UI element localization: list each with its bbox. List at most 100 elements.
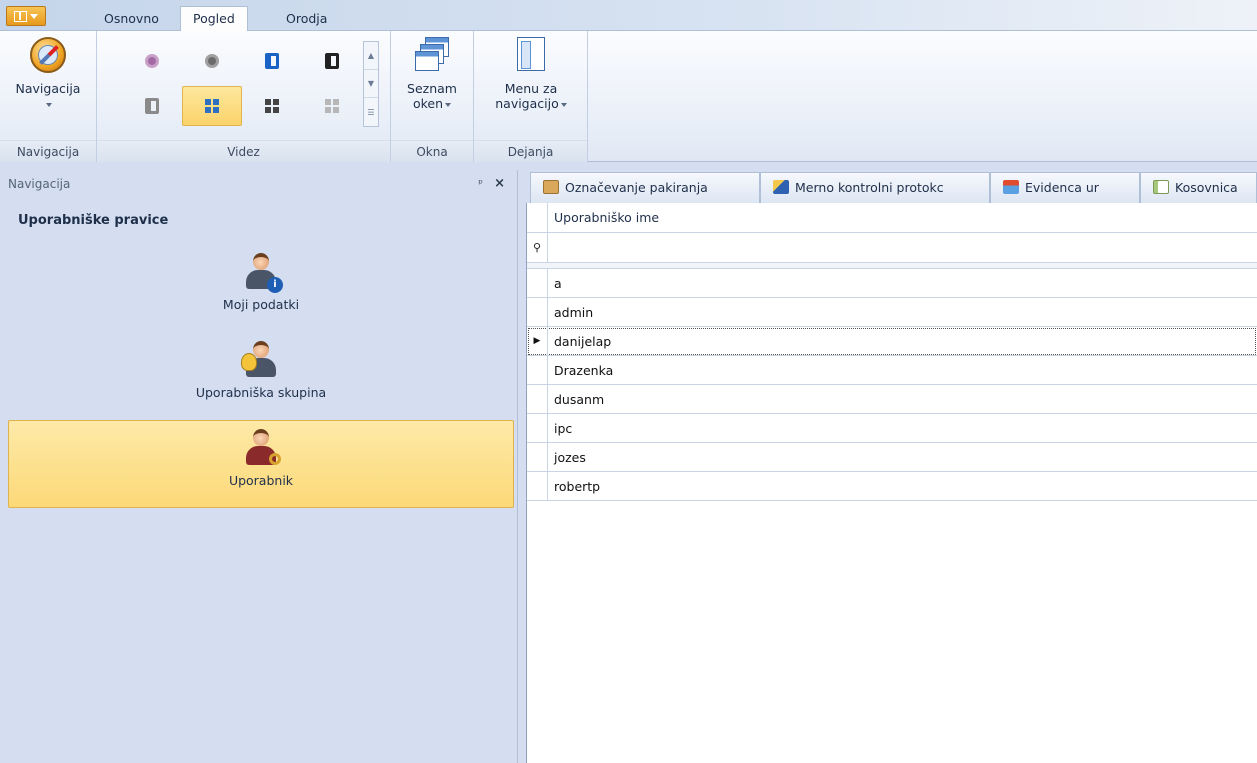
user-key-icon [243, 429, 281, 467]
doc-tab-oznacevanje-pakiranja[interactable]: Označevanje pakiranja [530, 172, 760, 203]
skin-option-gray[interactable] [182, 41, 242, 81]
group-label-okna: Okna [391, 140, 473, 162]
seznam-oken-label-2: oken [412, 96, 444, 111]
ribbon-group-videz: ▲ ▼ ☰ Videz [97, 31, 391, 162]
skin-option-office-gray[interactable] [122, 86, 182, 126]
pin-icon[interactable]: ᵖ [478, 170, 483, 198]
row-indicator [527, 298, 548, 327]
current-row-arrow-icon: ▶ [527, 327, 548, 356]
menu-za-navigacijo-label-1: Menu za [504, 81, 558, 96]
row-indicator [527, 356, 548, 385]
grid-header: Uporabniško ime [527, 203, 1257, 233]
group-label-dejanja: Dejanja [474, 140, 587, 162]
chevron-down-icon [445, 102, 452, 107]
row-indicator [527, 443, 548, 472]
table-row[interactable]: admin [527, 298, 1257, 327]
office-icon [145, 98, 159, 114]
skin-option-office-blue[interactable] [242, 41, 302, 81]
tiles-icon [325, 99, 339, 113]
skin-option-blue-grid[interactable] [182, 86, 242, 126]
nav-item-uporabniska-skupina[interactable]: Uporabniška skupina [8, 333, 514, 421]
group-label-navigacija: Navigacija [0, 140, 96, 162]
skin-round-icon [205, 54, 219, 68]
office-icon [265, 53, 279, 69]
navigacija-button[interactable]: Navigacija [6, 37, 90, 111]
chevron-down-icon [30, 13, 38, 19]
navigacija-button-label: Navigacija [15, 81, 81, 96]
cell-uporabnisko-ime: ipc [554, 421, 573, 436]
skin-option-pink[interactable] [122, 41, 182, 81]
navigation-menu-icon [517, 37, 545, 71]
table-row[interactable]: ▶ danijelap [527, 327, 1257, 356]
table-row[interactable]: ipc [527, 414, 1257, 443]
cell-uporabnisko-ime: jozes [554, 450, 586, 465]
panel-splitter[interactable] [518, 162, 526, 763]
pencil-icon [773, 180, 789, 194]
seznam-oken-label-1: Seznam [407, 81, 457, 96]
cell-uporabnisko-ime: dusanm [554, 392, 605, 407]
nav-item-label: Uporabnik [228, 473, 294, 488]
tiles-icon [265, 99, 279, 113]
user-group-icon [241, 341, 279, 379]
tab-orodja[interactable]: Orodja [274, 8, 339, 31]
cell-uporabnisko-ime: danijelap [554, 334, 612, 349]
package-icon [543, 180, 559, 194]
scroll-up-icon[interactable]: ▲ [364, 42, 378, 70]
tab-osnovno[interactable]: Osnovno [92, 8, 171, 31]
navigation-panel: Navigacija ᵖ × Uporabniške pravice i Moj… [0, 170, 518, 763]
ribbon-group-navigacija: Navigacija Navigacija [0, 31, 97, 162]
windows-list-icon [415, 37, 449, 73]
seznam-oken-button[interactable]: Seznam oken [395, 37, 469, 111]
doc-tab-label: Označevanje pakiranja [565, 180, 708, 195]
nav-item-moji-podatki[interactable]: i Moji podatki [8, 245, 514, 333]
compass-icon [30, 37, 66, 73]
navigation-panel-title: Navigacija [8, 177, 71, 191]
document-tab-strip: Označevanje pakiranja Merno kontrolni pr… [526, 170, 1257, 203]
navigation-panel-header: Navigacija ᵖ × [0, 170, 517, 198]
menu-za-navigacijo-button[interactable]: Menu za navigacijo [480, 37, 582, 111]
skin-option-light-grid[interactable] [302, 86, 362, 126]
column-header-uporabnisko-ime[interactable]: Uporabniško ime [554, 203, 659, 233]
gallery-scroller[interactable]: ▲ ▼ ☰ [363, 41, 379, 127]
table-row[interactable]: a [527, 269, 1257, 298]
tab-pogled[interactable]: Pogled [180, 6, 248, 32]
gallery-expand-icon[interactable]: ☰ [364, 98, 378, 126]
table-row[interactable]: dusanm [527, 385, 1257, 414]
skin-gallery [107, 41, 379, 131]
nav-item-uporabnik[interactable]: Uporabnik [8, 420, 514, 508]
close-icon[interactable]: × [494, 170, 505, 198]
filter-icon: ⚲ [527, 233, 548, 263]
cell-uporabnisko-ime: admin [554, 305, 594, 320]
header-indicator [527, 203, 548, 233]
skin-round-icon [145, 54, 159, 68]
users-grid: Uporabniško ime ⚲ a admin ▶ danijelap Drazen… [526, 203, 1257, 763]
ribbon-tab-strip: Osnovno Pogled Orodja [0, 0, 1257, 32]
list-icon [1153, 180, 1169, 194]
user-info-icon: i [243, 253, 283, 293]
ribbon: Navigacija Navigacija ▲ ▼ ☰ Videz Seznam… [0, 31, 1257, 162]
grid-filter-row[interactable]: ⚲ [527, 233, 1257, 263]
skin-option-office-black[interactable] [302, 41, 362, 81]
app-menu-icon [14, 10, 27, 22]
table-row[interactable]: Drazenka [527, 356, 1257, 385]
section-title: Uporabniške pravice [18, 213, 169, 228]
chevron-down-icon [560, 102, 567, 107]
doc-tab-merno-kontrolni-protokol[interactable]: Merno kontrolni protokc [760, 172, 990, 203]
row-indicator [527, 269, 548, 298]
doc-tab-label: Kosovnica [1175, 180, 1238, 195]
scroll-down-icon[interactable]: ▼ [364, 70, 378, 98]
app-menu-button[interactable] [6, 6, 46, 26]
skin-option-dark-grid[interactable] [242, 86, 302, 126]
row-indicator [527, 385, 548, 414]
doc-tab-kosovnica[interactable]: Kosovnica [1140, 172, 1257, 203]
table-row[interactable]: robertp [527, 472, 1257, 501]
doc-tab-label: Merno kontrolni protokc [795, 180, 944, 195]
menu-za-navigacijo-label-2: navigacijo [495, 96, 559, 111]
cell-uporabnisko-ime: a [554, 276, 562, 291]
ribbon-group-dejanja: Menu za navigacijo Dejanja [474, 31, 588, 162]
table-row[interactable]: jozes [527, 443, 1257, 472]
doc-tab-evidenca-ur[interactable]: Evidenca ur [990, 172, 1140, 203]
row-indicator [527, 414, 548, 443]
chevron-down-icon [46, 102, 52, 107]
nav-item-label: Uporabniška skupina [195, 385, 327, 400]
